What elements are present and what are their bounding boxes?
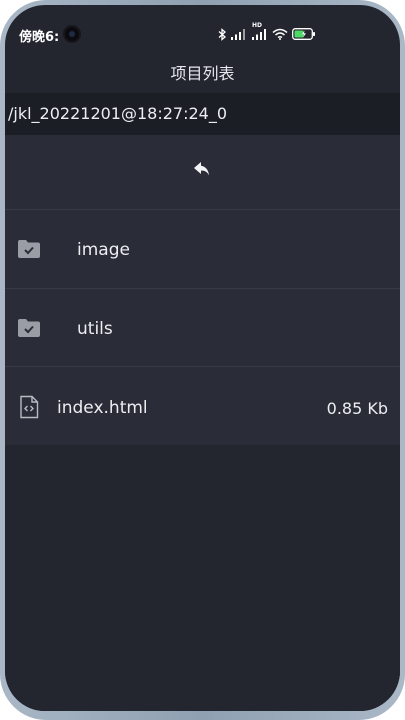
file-size: 0.85 Kb [326,399,388,418]
front-camera [63,25,81,43]
wifi-icon [272,28,288,40]
empty-area [5,445,400,711]
list-item-file-index[interactable]: index.html 0.85 Kb [5,367,400,445]
status-icons: HD [218,23,316,41]
hd-signal-icon: HD [251,23,268,40]
back-arrow-icon[interactable] [193,161,211,181]
app-screen: 傍晚6: HD 项目列表 /jkl_20221201@18:27:24_0 im… [5,5,400,711]
folder-check-icon [17,318,41,342]
file-list: image utils index.html 0.85 Kb [5,135,400,445]
bluetooth-icon [218,27,227,41]
status-time: 傍晚6: [19,30,60,45]
folder-check-icon [17,239,41,263]
folder-name: utils [77,319,113,339]
code-file-icon [19,395,39,423]
status-bar: 傍晚6: HD [5,5,400,45]
folder-name: image [77,240,130,260]
hd-label: HD [252,22,263,29]
battery-icon [292,28,316,40]
list-item-folder-image[interactable]: image [5,210,400,289]
current-path: /jkl_20221201@18:27:24_0 [5,93,400,135]
page-title: 项目列表 [170,64,235,83]
list-item-folder-utils[interactable]: utils [5,289,400,367]
back-row[interactable] [5,135,400,210]
phone-frame: 傍晚6: HD 项目列表 /jkl_20221201@18:27:24_0 im… [0,0,405,720]
cellular-signal-icon [231,28,247,40]
file-name: index.html [57,398,148,418]
